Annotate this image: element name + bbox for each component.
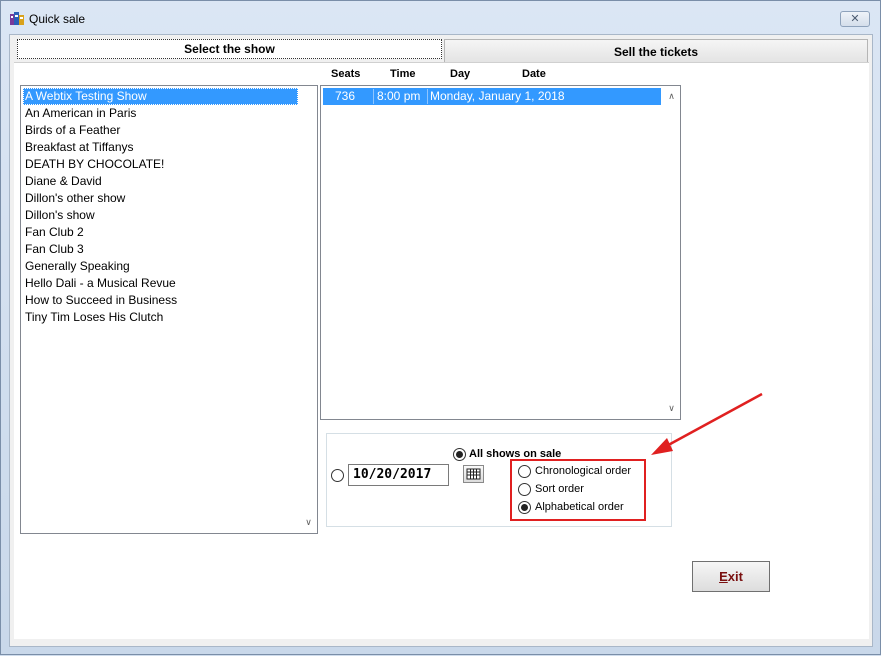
exit-button[interactable]: Exit xyxy=(692,561,770,592)
show-list-item[interactable]: Dillon's other show xyxy=(23,190,298,207)
tab-sell-the-tickets[interactable]: Sell the tickets xyxy=(444,39,868,63)
select-show-panel: A Webtix Testing Show An American in Pari… xyxy=(14,62,869,639)
calendar-icon xyxy=(466,468,481,480)
perf-day-date: Monday, January 1, 2018 xyxy=(430,89,565,103)
perf-seats: 736 xyxy=(335,89,356,103)
sort-order-label[interactable]: Sort order xyxy=(535,483,584,495)
window-title: Quick sale xyxy=(29,12,86,26)
column-header-seats[interactable]: Seats xyxy=(331,68,360,80)
date-radio[interactable] xyxy=(331,469,344,482)
client-area: Select the show Sell the tickets A Webti… xyxy=(9,34,873,647)
scroll-up-icon[interactable]: ∧ xyxy=(663,88,680,105)
column-header-day[interactable]: Day xyxy=(450,68,470,80)
show-list-item[interactable]: Dillon's show xyxy=(23,207,298,224)
show-list-item[interactable]: DEATH BY CHOCOLATE! xyxy=(23,156,298,173)
exit-label: xit xyxy=(727,569,743,584)
close-button[interactable]: ✕ xyxy=(840,11,870,27)
alphabetical-order-label[interactable]: Alphabetical order xyxy=(535,501,624,513)
show-list[interactable]: A Webtix Testing Show An American in Pari… xyxy=(20,85,318,534)
show-list-item[interactable]: How to Succeed in Business xyxy=(23,292,298,309)
close-icon: ✕ xyxy=(850,13,860,25)
scroll-down-icon[interactable]: ∨ xyxy=(663,400,680,417)
column-header-date[interactable]: Date xyxy=(522,68,546,80)
exit-accelerator: E xyxy=(719,569,728,584)
show-list-item[interactable]: Fan Club 3 xyxy=(23,241,298,258)
show-list-scrollbar[interactable]: ∨ xyxy=(300,86,317,533)
column-header-time[interactable]: Time xyxy=(390,68,415,80)
show-list-item[interactable]: Tiny Tim Loses His Clutch xyxy=(23,309,298,326)
quick-sale-window: Quick sale ✕ Select the show Sell the ti… xyxy=(0,0,881,655)
sort-order-group: Chronological order Sort order Alphabeti… xyxy=(510,459,646,521)
show-list-item[interactable]: Hello Dali - a Musical Revue xyxy=(23,275,298,292)
all-shows-radio[interactable] xyxy=(453,448,466,461)
show-list-item[interactable]: Fan Club 2 xyxy=(23,224,298,241)
show-list-item[interactable]: Diane & David xyxy=(23,173,298,190)
performance-row[interactable]: 736 8:00 pm Monday, January 1, 2018 xyxy=(323,88,661,105)
chronological-order-label[interactable]: Chronological order xyxy=(535,465,631,477)
show-list-item[interactable]: A Webtix Testing Show xyxy=(23,88,298,105)
performance-list-scrollbar[interactable]: ∧ ∨ xyxy=(663,86,680,419)
show-list-item[interactable]: Birds of a Feather xyxy=(23,122,298,139)
show-list-item[interactable]: An American in Paris xyxy=(23,105,298,122)
performance-list[interactable]: 736 8:00 pm Monday, January 1, 2018 ∧ ∨ xyxy=(320,85,681,420)
date-field[interactable]: 10/20/2017 xyxy=(348,464,449,486)
show-list-item[interactable]: Generally Speaking xyxy=(23,258,298,275)
perf-time: 8:00 pm xyxy=(377,89,421,103)
chronological-order-radio[interactable] xyxy=(518,465,531,478)
scroll-down-icon[interactable]: ∨ xyxy=(300,514,317,531)
show-list-item[interactable]: Breakfast at Tiffanys xyxy=(23,139,298,156)
filter-options-box: All shows on sale 10/20/2017 Chronologic… xyxy=(326,433,672,527)
title-bar[interactable]: Quick sale ✕ xyxy=(1,1,880,35)
tab-select-the-show[interactable]: Select the show xyxy=(17,39,442,59)
calendar-button[interactable] xyxy=(463,465,484,483)
alphabetical-order-radio[interactable] xyxy=(518,501,531,514)
sort-order-radio[interactable] xyxy=(518,483,531,496)
app-icon xyxy=(10,12,24,25)
